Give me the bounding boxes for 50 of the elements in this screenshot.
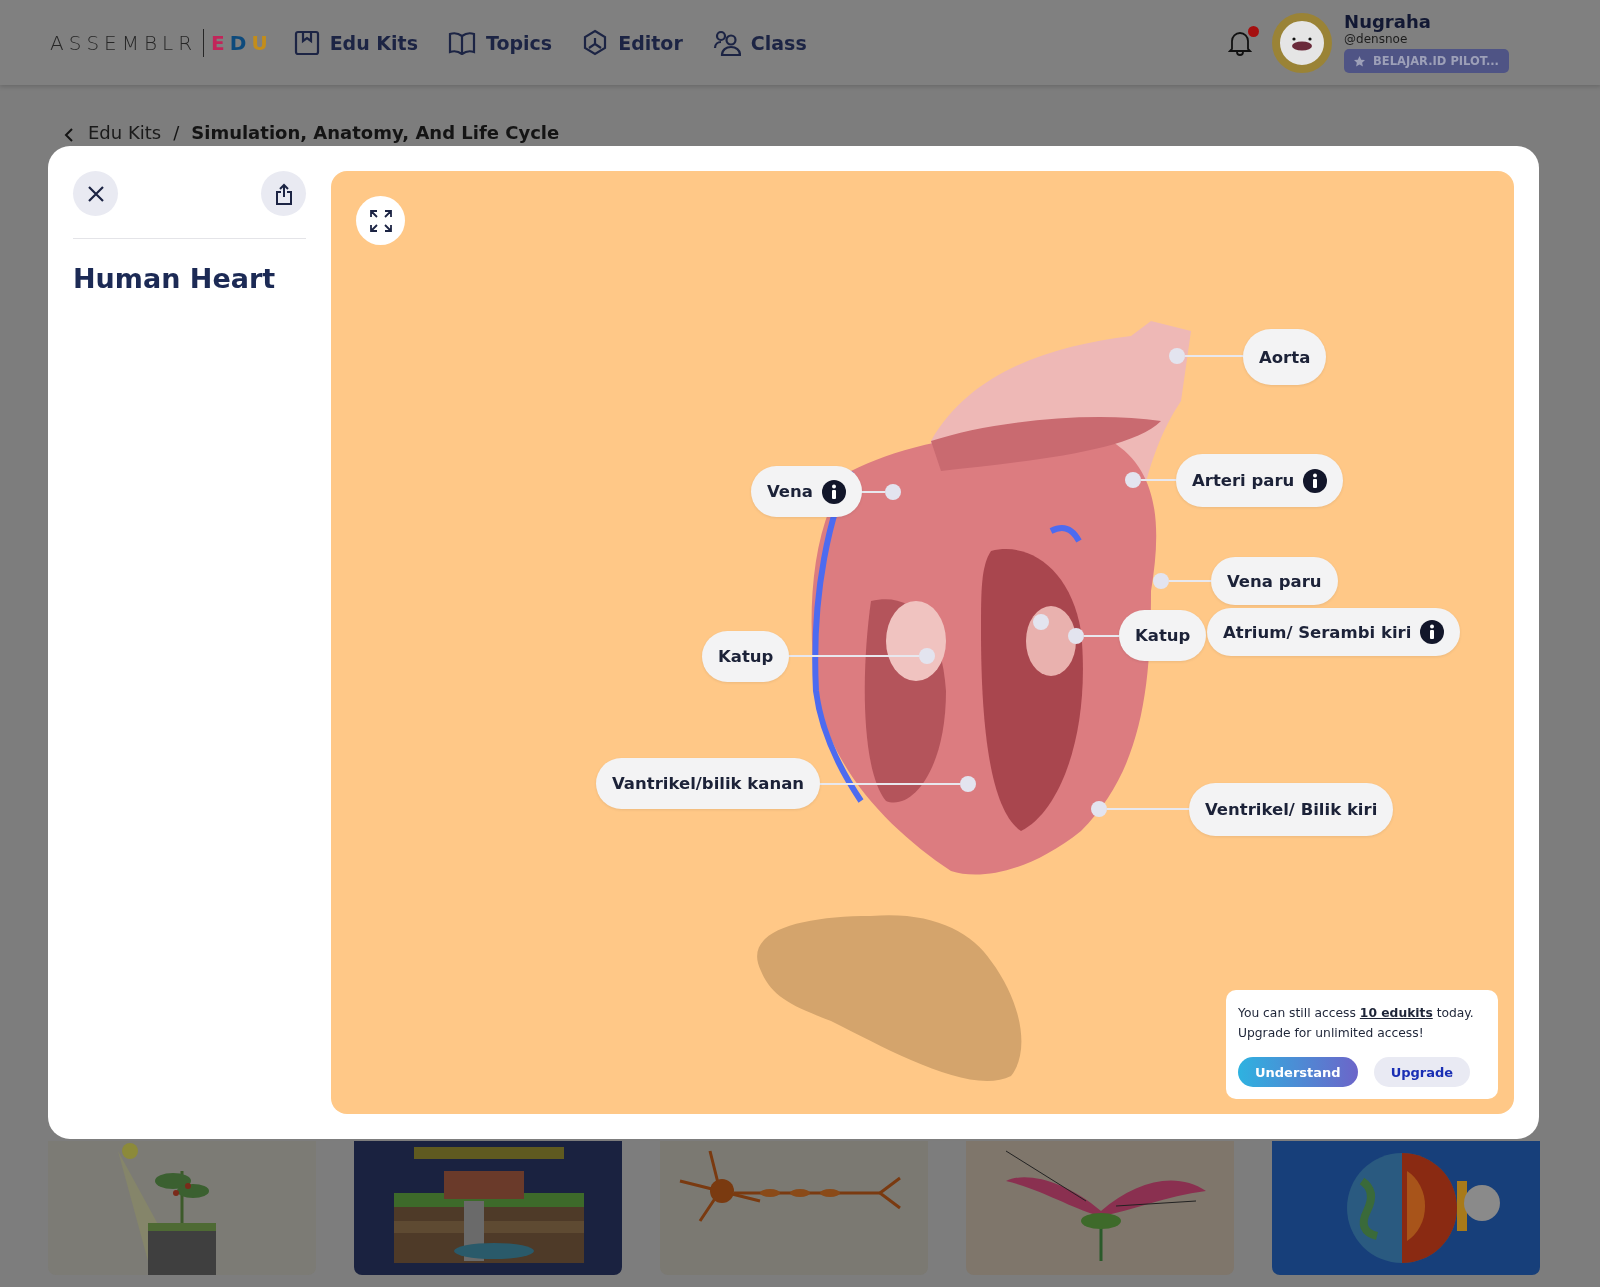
brand-logo: ASSEMBLR (50, 28, 205, 57)
book-icon (448, 30, 476, 55)
cube-icon (582, 29, 609, 56)
hotspot-label[interactable]: Ventrikel/ Bilik kiri (1189, 783, 1394, 836)
leader-line (1084, 635, 1119, 637)
leader-line (1169, 580, 1211, 582)
breadcrumb-link[interactable]: Edu Kits (88, 122, 162, 143)
hotspot-dot[interactable] (1091, 801, 1107, 817)
nav-link[interactable]: Editor (582, 29, 683, 56)
hotspot-label[interactable]: Vantrikel/bilik kanan (596, 758, 821, 809)
nav-link[interactable]: Edu Kits (293, 29, 418, 56)
user-name: Nugraha (1344, 12, 1432, 32)
hotspot-label[interactable]: Arteri paru (1176, 454, 1344, 507)
upgrade-button[interactable]: Upgrade (1373, 1057, 1471, 1087)
people-icon (712, 29, 741, 56)
notice-text: You can still access 10 edukits today. Upgrade for unlimited access! (1238, 1005, 1475, 1042)
leader-line (860, 491, 885, 493)
user-handle: @densnoe (1344, 32, 1409, 46)
hotspot-label[interactable]: Vena (751, 466, 862, 517)
close-icon (86, 184, 105, 203)
bell-icon[interactable] (1228, 29, 1253, 56)
hotspot-label[interactable]: Aorta (1243, 329, 1327, 385)
hotspot-label[interactable]: Katup (1119, 610, 1207, 661)
logo-letter: D (229, 30, 247, 55)
breadcrumb-current: Simulation, Anatomy, And Life Cycle (191, 122, 560, 143)
share-button[interactable] (261, 171, 306, 216)
logo-letter: U (251, 30, 268, 55)
close-button[interactable] (73, 171, 118, 216)
fullscreen-button[interactable] (356, 196, 405, 245)
leader-line (1141, 479, 1176, 481)
bookmark-icon (293, 29, 320, 56)
breadcrumb-separator: / (173, 122, 180, 143)
avatar[interactable] (1272, 12, 1333, 73)
hotspot-label[interactable]: Vena paru (1211, 557, 1338, 605)
leader-line (1185, 355, 1243, 357)
nav-link[interactable]: Class (712, 29, 807, 56)
expand-icon (368, 208, 393, 233)
info-icon[interactable] (1303, 468, 1328, 493)
hotspot-label[interactable]: Katup (702, 631, 790, 682)
nav-link[interactable]: Topics (448, 30, 553, 55)
model-title: Human Heart (73, 263, 277, 294)
star-icon (1354, 55, 1366, 67)
plan-badge: BELAJAR.ID PILOT... (1344, 49, 1509, 73)
hotspot-label[interactable]: Atrium/ Serambi kiri (1207, 608, 1461, 656)
hotspot-dot[interactable] (1153, 573, 1169, 589)
share-icon (274, 182, 293, 205)
info-icon[interactable] (821, 479, 846, 504)
info-icon[interactable] (1420, 620, 1445, 644)
logo-letter: E (211, 30, 225, 55)
back-icon[interactable] (62, 127, 76, 143)
